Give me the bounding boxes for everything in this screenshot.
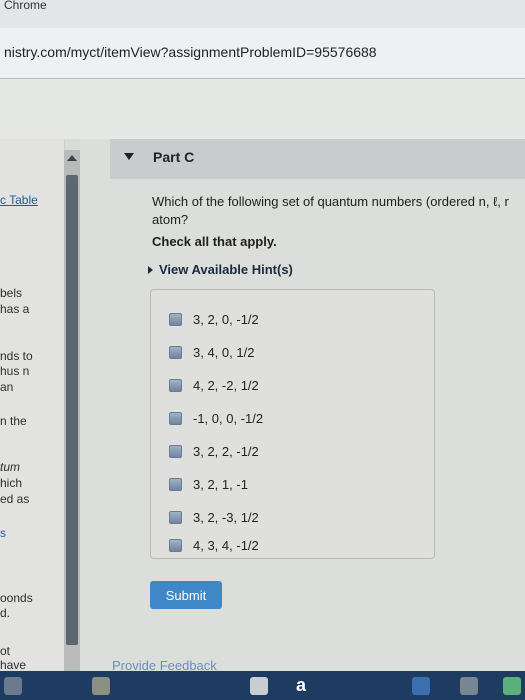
left-text: nds to: [0, 349, 33, 363]
taskbar-letter-a[interactable]: a: [296, 675, 306, 696]
left-text: tum: [0, 460, 21, 474]
window-title: Chrome: [4, 0, 47, 12]
left-text: bels: [0, 286, 23, 300]
view-hints-label: View Available Hint(s): [159, 262, 293, 277]
app-icon[interactable]: [503, 677, 521, 695]
left-text: an: [0, 380, 14, 394]
left-text: oonds: [0, 591, 33, 605]
question-line-1: Which of the following set of quantum nu…: [152, 194, 509, 209]
option-checkbox[interactable]: [169, 510, 182, 524]
scrollbar-thumb[interactable]: [66, 175, 78, 645]
left-text: s: [0, 526, 6, 540]
option-row[interactable]: 3, 2, -3, 1/2: [169, 508, 259, 526]
address-bar[interactable]: nistry.com/myct/itemView?assignmentProbl…: [0, 28, 525, 79]
view-hints-link[interactable]: View Available Hint(s): [148, 262, 293, 277]
option-label: 3, 2, 2, -1/2: [193, 443, 259, 459]
periodic-table-link[interactable]: c Table: [0, 194, 38, 206]
submit-button[interactable]: Submit: [150, 581, 222, 609]
left-text: have: [0, 658, 27, 672]
instruction-text: Check all that apply.: [152, 234, 277, 249]
option-checkbox[interactable]: [169, 538, 182, 552]
left-text: ot: [0, 644, 11, 658]
answer-options: 3, 2, 0, -1/2 3, 4, 0, 1/2 4, 2, -2, 1/2…: [150, 289, 435, 559]
option-row[interactable]: 3, 2, 2, -1/2: [169, 442, 259, 460]
option-label: 3, 2, -3, 1/2: [193, 509, 259, 525]
option-row[interactable]: 3, 2, 0, -1/2: [169, 310, 259, 328]
question-line-2: atom?: [152, 212, 189, 227]
browser-titlebar: Chrome: [0, 0, 525, 28]
panel-scrollbar[interactable]: [64, 150, 80, 671]
left-text: d.: [0, 606, 11, 620]
option-checkbox[interactable]: [169, 312, 182, 326]
option-checkbox[interactable]: [169, 477, 182, 491]
app-icon[interactable]: [460, 677, 478, 695]
option-label: 4, 3, 4, -1/2: [193, 537, 259, 553]
part-title: Part C: [153, 149, 195, 165]
collapse-caret-icon[interactable]: [124, 153, 134, 160]
option-checkbox[interactable]: [169, 444, 182, 458]
content-gutter: [80, 139, 110, 671]
question-text: Which of the following set of quantum nu…: [152, 193, 509, 229]
left-text: has a: [0, 302, 30, 316]
option-checkbox[interactable]: [169, 345, 182, 359]
page-header-strip: [0, 79, 525, 139]
scroll-up-icon[interactable]: [67, 155, 77, 161]
option-row[interactable]: 3, 4, 0, 1/2: [169, 343, 254, 361]
store-icon[interactable]: [250, 677, 268, 695]
option-label: 3, 2, 1, -1: [193, 476, 248, 492]
option-label: -1, 0, 0, -1/2: [193, 410, 264, 426]
word-icon[interactable]: [412, 677, 430, 695]
option-label: 4, 2, -2, 1/2: [193, 377, 259, 393]
option-row[interactable]: 3, 2, 1, -1: [169, 475, 248, 493]
question-content: Which of the following set of quantum nu…: [110, 179, 525, 671]
left-text: hich: [0, 476, 23, 490]
option-label: 3, 2, 0, -1/2: [193, 311, 259, 327]
app-icon[interactable]: [92, 677, 110, 695]
left-text: ed as: [0, 492, 30, 506]
option-checkbox[interactable]: [169, 411, 182, 425]
option-row[interactable]: -1, 0, 0, -1/2: [169, 409, 263, 427]
option-checkbox[interactable]: [169, 378, 182, 392]
start-icon[interactable]: [4, 677, 22, 695]
left-text: hus n: [0, 364, 30, 378]
option-row[interactable]: 4, 2, -2, 1/2: [169, 376, 259, 394]
part-header[interactable]: Part C: [110, 139, 525, 179]
option-row[interactable]: 4, 3, 4, -1/2: [169, 536, 259, 554]
os-taskbar: a: [0, 671, 525, 700]
left-text: n the: [0, 414, 27, 428]
url-text[interactable]: nistry.com/myct/itemView?assignmentProbl…: [4, 44, 377, 60]
left-panel: c Table bels has a nds to hus n an n the…: [0, 139, 65, 671]
option-label: 3, 4, 0, 1/2: [193, 344, 255, 360]
expand-arrow-icon: [148, 266, 153, 274]
